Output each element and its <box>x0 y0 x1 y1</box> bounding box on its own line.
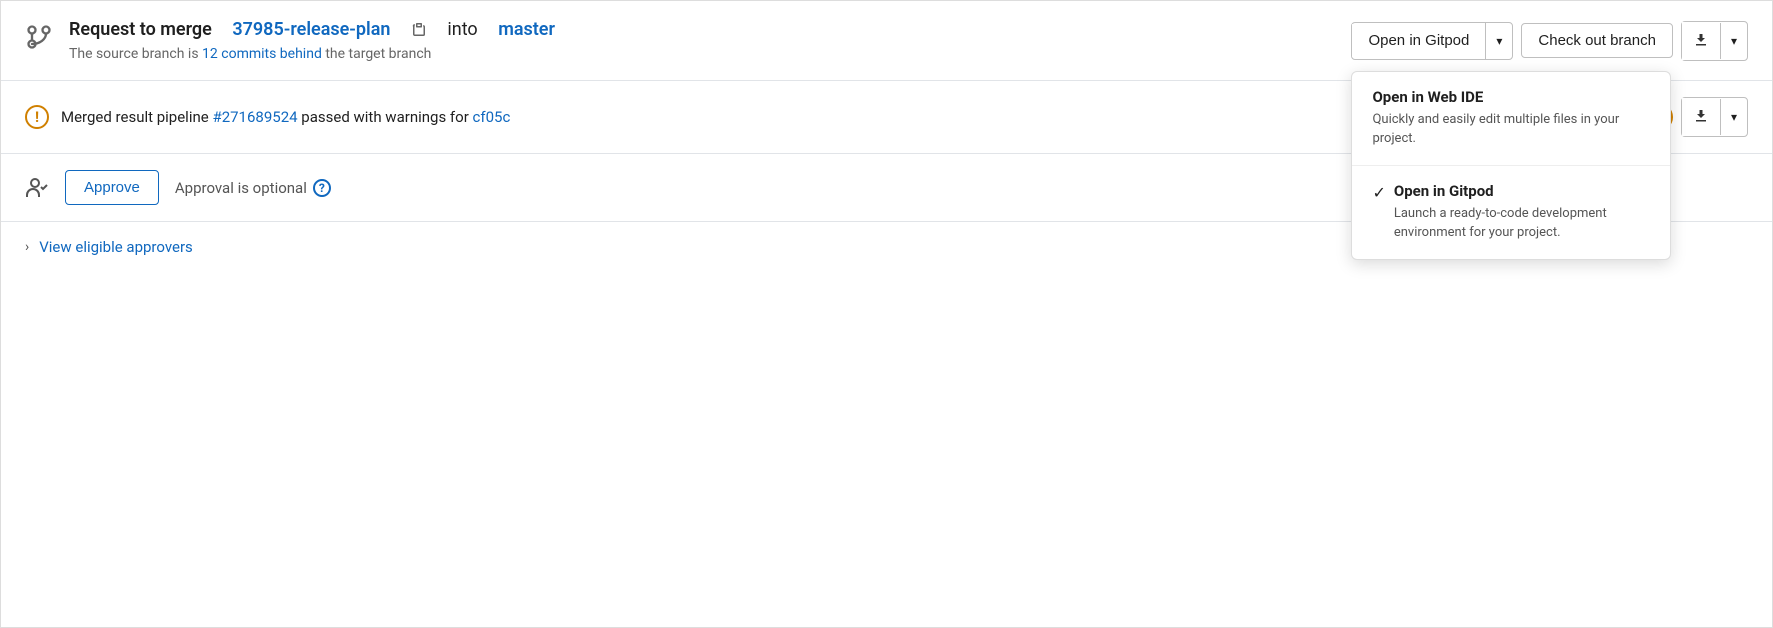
approve-button[interactable]: Approve <box>65 170 159 205</box>
approve-optional-text: Approval is optional ? <box>175 179 331 197</box>
merge-subtitle: The source branch is 12 commits behind t… <box>69 46 555 62</box>
checkout-button[interactable]: Check out branch <box>1521 23 1673 58</box>
pipeline-download-dropdown[interactable]: ▾ <box>1721 102 1747 132</box>
download-button[interactable] <box>1682 22 1720 60</box>
gitpod-title: Open in Gitpod <box>1394 182 1651 200</box>
download-button-group: ▾ <box>1681 21 1748 61</box>
view-approvers-link[interactable]: View eligible approvers <box>39 238 193 256</box>
pipeline-warning-icon: ! <box>25 105 49 129</box>
dropdown-item-gitpod[interactable]: ✓ Open in Gitpod Launch a ready-to-code … <box>1352 166 1670 259</box>
selected-checkmark: ✓ <box>1372 183 1385 202</box>
gitpod-item-row: ✓ Open in Gitpod Launch a ready-to-code … <box>1372 182 1650 243</box>
gitpod-desc: Launch a ready-to-code development envir… <box>1394 204 1651 243</box>
chevron-down-icon: ▾ <box>1496 34 1502 48</box>
copy-branch-icon[interactable] <box>411 22 427 38</box>
subtitle-prefix: The source branch is <box>69 46 199 62</box>
merge-left: Request to merge 37985-release-plan into… <box>25 19 555 62</box>
gitpod-dropdown-button[interactable]: ▾ <box>1486 26 1512 56</box>
expand-chevron-icon[interactable]: › <box>25 239 29 255</box>
merge-actions: Open in Gitpod ▾ Check out branch ▾ <box>1351 21 1748 61</box>
web-ide-desc: Quickly and easily edit multiple files i… <box>1372 110 1650 149</box>
pipeline-left: ! Merged result pipeline #271689524 pass… <box>25 105 510 129</box>
merge-header-section: Request to merge 37985-release-plan into… <box>1 1 1772 81</box>
merge-text: Request to merge 37985-release-plan into… <box>69 19 555 62</box>
download-chevron-icon: ▾ <box>1731 34 1737 48</box>
pipeline-download-button[interactable] <box>1682 98 1720 136</box>
pipeline-chevron-icon: ▾ <box>1731 110 1737 124</box>
web-ide-title: Open in Web IDE <box>1372 88 1650 106</box>
pipeline-link[interactable]: #271689524 <box>212 108 297 126</box>
pipeline-middle: passed with warnings for <box>301 108 468 126</box>
help-symbol: ? <box>319 181 325 195</box>
merge-title: Request to merge 37985-release-plan into… <box>69 19 555 40</box>
branch-link[interactable]: 37985-release-plan <box>232 19 390 40</box>
user-approval-icon <box>25 176 49 200</box>
dropdown-item-web-ide[interactable]: Open in Web IDE Quickly and easily edit … <box>1352 72 1670 166</box>
merge-icon <box>25 23 53 55</box>
gitpod-dropdown-menu: Open in Web IDE Quickly and easily edit … <box>1351 71 1671 260</box>
commit-hash-link[interactable]: cf05c <box>473 108 511 126</box>
gitpod-item-content: Open in Gitpod Launch a ready-to-code de… <box>1394 182 1651 243</box>
merge-label: Request to merge <box>69 19 212 40</box>
warning-symbol: ! <box>35 108 39 126</box>
master-link[interactable]: master <box>498 19 555 40</box>
download-dropdown-button[interactable]: ▾ <box>1721 26 1747 56</box>
gitpod-button-group: Open in Gitpod ▾ <box>1351 22 1513 60</box>
commits-behind-link[interactable]: 12 commits behind <box>202 46 322 62</box>
pipeline-prefix: Merged result pipeline <box>61 108 209 126</box>
optional-label: Approval is optional <box>175 179 307 197</box>
pipeline-download-group: ▾ <box>1681 97 1748 137</box>
into-text: into <box>447 19 477 40</box>
subtitle-suffix: the target branch <box>325 46 431 62</box>
help-icon[interactable]: ? <box>313 179 331 197</box>
gitpod-button[interactable]: Open in Gitpod <box>1352 24 1485 57</box>
pipeline-text: Merged result pipeline #271689524 passed… <box>61 108 510 126</box>
